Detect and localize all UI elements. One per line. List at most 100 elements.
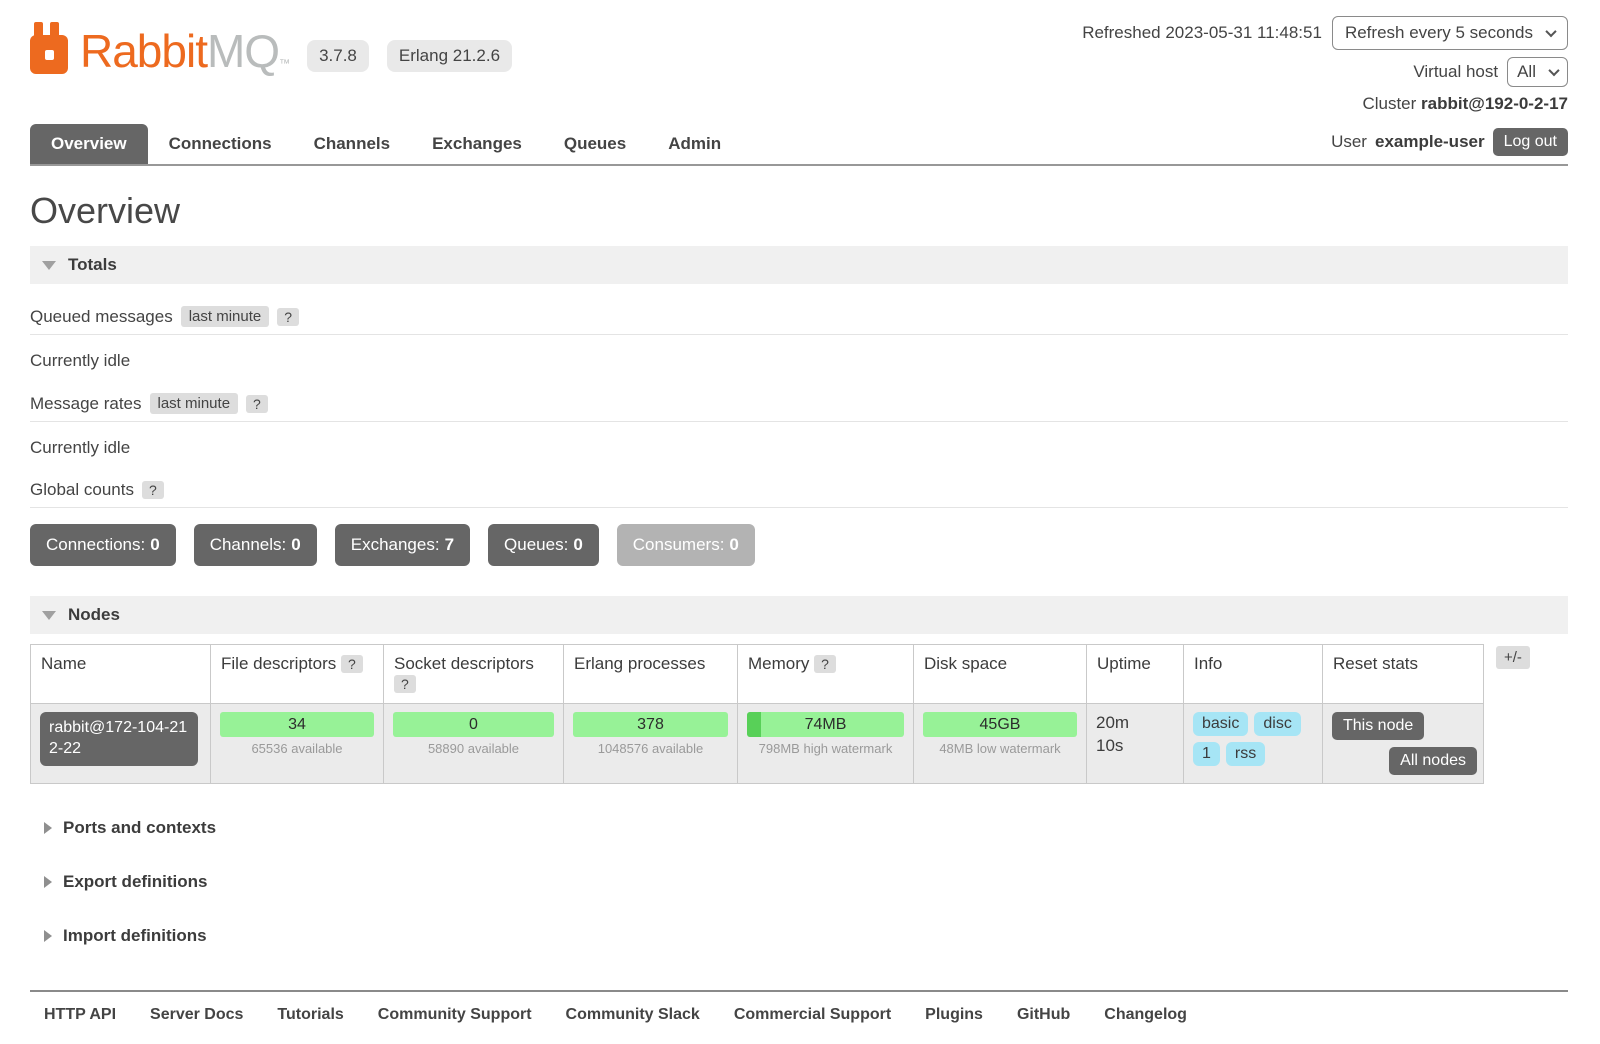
- rabbit-icon: [30, 22, 72, 74]
- count-value: 0: [150, 535, 159, 554]
- queued-messages-range-badge[interactable]: last minute: [181, 306, 270, 327]
- expand-triangle-icon: [44, 876, 52, 888]
- queued-messages-status: Currently idle: [30, 351, 1568, 371]
- header-right: Refreshed 2023-05-31 11:48:51 Refresh ev…: [1082, 14, 1568, 114]
- user-name: example-user: [1375, 132, 1485, 152]
- nodes-section-title: Nodes: [68, 605, 120, 625]
- tab-overview[interactable]: Overview: [30, 124, 148, 164]
- nodes-header-row: Name File descriptors ? Socket descripto…: [31, 645, 1484, 704]
- footer-link-github[interactable]: GitHub: [1017, 1006, 1070, 1024]
- footer-links: HTTP API Server Docs Tutorials Community…: [44, 1006, 1568, 1024]
- virtual-host-label: Virtual host: [1413, 62, 1498, 82]
- erlang-processes-cell: 378 1048576 available: [564, 704, 738, 784]
- message-rates-status: Currently idle: [30, 438, 1568, 458]
- node-name-badge[interactable]: rabbit@172-104-212-22: [40, 712, 198, 766]
- memory-cell: 74MB 798MB high watermark: [738, 704, 914, 784]
- footer-link-plugins[interactable]: Plugins: [925, 1006, 983, 1024]
- col-erlang-processes: Erlang processes: [564, 645, 738, 704]
- tab-exchanges[interactable]: Exchanges: [411, 124, 543, 164]
- footer-link-community-support[interactable]: Community Support: [378, 1006, 532, 1024]
- nodes-section-header[interactable]: Nodes: [30, 596, 1568, 634]
- column-toggle-button[interactable]: +/-: [1496, 646, 1530, 669]
- help-icon[interactable]: ?: [394, 675, 416, 693]
- version-badge: 3.7.8: [307, 40, 369, 72]
- file-descriptors-bar: 34: [220, 712, 374, 737]
- connections-count-button[interactable]: Connections: 0: [30, 524, 176, 566]
- col-memory: Memory ?: [738, 645, 914, 704]
- count-value: 0: [291, 535, 300, 554]
- disk-space-detail: 48MB low watermark: [923, 741, 1077, 756]
- refresh-interval-select[interactable]: Refresh every 5 seconds: [1332, 16, 1568, 50]
- refresh-interval-value: Refresh every 5 seconds: [1345, 23, 1533, 43]
- message-rates-header: Message rates last minute ?: [30, 393, 1568, 422]
- help-icon[interactable]: ?: [277, 308, 299, 326]
- global-counts-label: Global counts: [30, 480, 134, 500]
- cluster-row: Cluster rabbit@192-0-2-17: [1362, 94, 1568, 114]
- channels-count-button[interactable]: Channels:0: [194, 524, 317, 566]
- node-row: rabbit@172-104-212-22 34 65536 available…: [31, 704, 1484, 784]
- section-title: Ports and contexts: [63, 818, 216, 838]
- rabbitmq-overview-page: RabbitMQ™ 3.7.8 Erlang 21.2.6 Refreshed …: [0, 0, 1600, 1044]
- export-definitions-section[interactable]: Export definitions: [44, 872, 1568, 892]
- tab-channels[interactable]: Channels: [293, 124, 412, 164]
- collapse-triangle-icon: [42, 611, 56, 620]
- count-value: 0: [729, 535, 738, 554]
- reset-stats-cell: This node All nodes: [1323, 704, 1484, 784]
- file-descriptors-cell: 34 65536 available: [211, 704, 384, 784]
- count-value: 0: [573, 535, 582, 554]
- count-label: Consumers:: [633, 535, 725, 554]
- tab-connections[interactable]: Connections: [148, 124, 293, 164]
- page-title: Overview: [30, 190, 1568, 232]
- file-descriptors-detail: 65536 available: [220, 741, 374, 756]
- col-info: Info: [1184, 645, 1323, 704]
- disk-space-bar: 45GB: [923, 712, 1077, 737]
- queued-messages-label: Queued messages: [30, 307, 173, 327]
- queues-count-button[interactable]: Queues: 0: [488, 524, 599, 566]
- erlang-version-badge: Erlang 21.2.6: [387, 40, 512, 72]
- ports-and-contexts-section[interactable]: Ports and contexts: [44, 818, 1568, 838]
- col-file-descriptors: File descriptors ?: [211, 645, 384, 704]
- help-icon[interactable]: ?: [246, 395, 268, 413]
- exchanges-count-button[interactable]: Exchanges:7: [335, 524, 470, 566]
- tab-queues[interactable]: Queues: [543, 124, 647, 164]
- brand-rabbit-text: Rabbit: [80, 25, 207, 77]
- virtual-host-value: All: [1517, 62, 1536, 82]
- totals-section-header[interactable]: Totals: [30, 246, 1568, 284]
- footer-link-tutorials[interactable]: Tutorials: [277, 1006, 343, 1024]
- virtual-host-row: Virtual host All: [1413, 57, 1568, 87]
- help-icon[interactable]: ?: [142, 481, 164, 499]
- cluster-name: rabbit@192-0-2-17: [1421, 94, 1568, 113]
- help-icon[interactable]: ?: [341, 655, 363, 673]
- footer-link-server-docs[interactable]: Server Docs: [150, 1006, 243, 1024]
- footer-link-http-api[interactable]: HTTP API: [44, 1006, 116, 1024]
- footer-link-changelog[interactable]: Changelog: [1104, 1006, 1187, 1024]
- reset-all-nodes-button[interactable]: All nodes: [1389, 747, 1477, 775]
- help-icon[interactable]: ?: [814, 655, 836, 673]
- count-label: Connections:: [46, 535, 145, 554]
- chevron-down-icon: [1548, 65, 1559, 76]
- socket-descriptors-cell: 0 58890 available: [384, 704, 564, 784]
- consumers-count-button[interactable]: Consumers:0: [617, 524, 755, 566]
- info-badge-disc: disc: [1254, 712, 1300, 736]
- chevron-down-icon: [1545, 26, 1556, 37]
- count-label: Exchanges:: [351, 535, 440, 554]
- logout-button[interactable]: Log out: [1493, 128, 1568, 156]
- import-definitions-section[interactable]: Import definitions: [44, 926, 1568, 946]
- col-disk-space: Disk space: [914, 645, 1087, 704]
- socket-descriptors-bar: 0: [393, 712, 554, 737]
- uptime-value: 20m 10s: [1096, 712, 1148, 758]
- uptime-cell: 20m 10s: [1087, 704, 1184, 784]
- section-title: Export definitions: [63, 872, 208, 892]
- tab-admin[interactable]: Admin: [647, 124, 742, 164]
- brand-block: RabbitMQ™ 3.7.8 Erlang 21.2.6: [30, 14, 512, 74]
- queued-messages-header: Queued messages last minute ?: [30, 306, 1568, 335]
- erlang-processes-bar: 378: [573, 712, 728, 737]
- footer-link-commercial-support[interactable]: Commercial Support: [734, 1006, 891, 1024]
- virtual-host-select[interactable]: All: [1507, 57, 1568, 87]
- count-label: Queues:: [504, 535, 568, 554]
- disk-space-cell: 45GB 48MB low watermark: [914, 704, 1087, 784]
- trademark: ™: [279, 58, 289, 70]
- footer-link-community-slack[interactable]: Community Slack: [566, 1006, 700, 1024]
- message-rates-range-badge[interactable]: last minute: [150, 393, 239, 414]
- reset-this-node-button[interactable]: This node: [1332, 712, 1424, 740]
